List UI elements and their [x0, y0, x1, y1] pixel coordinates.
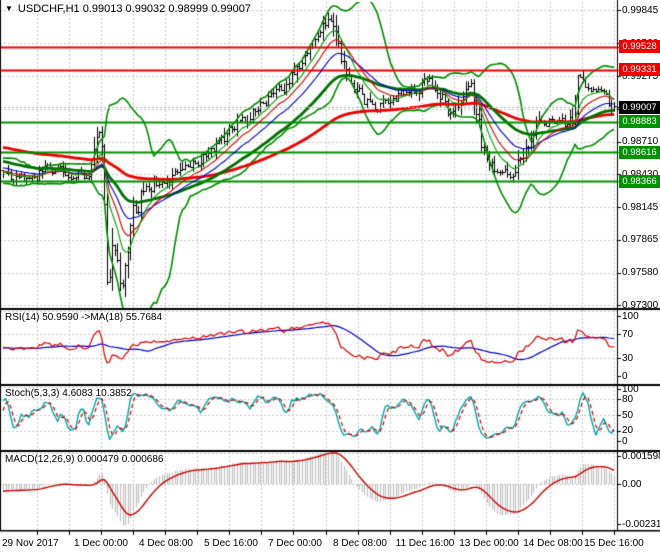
time-axis-label: 8 Dec 08:00 [333, 538, 387, 549]
level-label-support[interactable]: 0.98366 [619, 174, 660, 188]
level-label-resistance[interactable]: 0.99528 [619, 40, 660, 54]
price-axis-label: 0.97865 [622, 234, 659, 245]
axis-labels-overlay: 0.998450.995600.992750.989900.987100.984… [0, 0, 660, 560]
symbol-ohlc-title: USDCHF,H1 0.99013 0.99032 0.98999 0.9900… [17, 3, 251, 15]
macd-indicator-label: MACD(12,26,9) 0.000479 0.000686 [5, 454, 164, 465]
level-label-support[interactable]: 0.98883 [619, 115, 660, 128]
stoch-axis-label: 20 [622, 425, 634, 437]
stoch-axis-label: 50 [622, 409, 634, 421]
level-label-resistance[interactable]: 0.99331 [619, 63, 660, 77]
time-axis-label: 5 Dec 16:00 [204, 538, 258, 549]
time-axis-label: 7 Dec 00:00 [268, 538, 322, 549]
chart-title-bar: ▼ USDCHF,H1 0.99013 0.99032 0.98999 0.990… [5, 3, 251, 15]
stoch-indicator-label: Stoch(5,3,3) 4.6083 10.3852 [5, 388, 132, 399]
macd-axis-label: -0.00231 [622, 518, 660, 530]
stoch-axis-label: 0 [622, 435, 628, 447]
level-label-support[interactable]: 0.98616 [619, 145, 660, 159]
price-axis-label: 0.98145 [622, 201, 659, 213]
macd-axis-label: 0.00 [622, 478, 642, 490]
time-axis-label: 29 Nov 2017 [2, 538, 59, 549]
rsi-axis-label: 70 [622, 328, 634, 340]
price-axis-label: 0.97580 [622, 267, 659, 279]
rsi-axis-label: 100 [622, 310, 639, 322]
rsi-indicator-label: RSI(14) 50.9590 ->MA(18) 55.7684 [5, 312, 163, 323]
level-label-bid[interactable]: 0.99007 [619, 100, 660, 114]
time-axis-label: 13 Dec 00:00 [459, 538, 519, 549]
time-axis-label: 11 Dec 16:00 [395, 538, 455, 549]
stoch-axis-label: 80 [622, 393, 634, 405]
time-axis-label: 4 Dec 08:00 [139, 538, 193, 549]
rsi-axis-label: 30 [622, 352, 634, 364]
price-axis-label: 0.99845 [622, 4, 659, 16]
price-axis-label: 0.97300 [622, 299, 659, 311]
trading-chart-window: 0.998450.995600.992750.989900.987100.984… [0, 0, 660, 560]
time-axis-label: 1 Dec 00:00 [74, 538, 128, 549]
time-axis-label: 15 Dec 16:00 [584, 538, 644, 549]
symbol-dropdown-icon[interactable]: ▼ [5, 4, 13, 13]
time-axis-label: 14 Dec 08:00 [523, 538, 583, 549]
rsi-axis-label: 0 [622, 370, 628, 382]
stoch-axis-label: 100 [622, 383, 639, 395]
macd-axis-label: 0.001598 [622, 450, 660, 462]
